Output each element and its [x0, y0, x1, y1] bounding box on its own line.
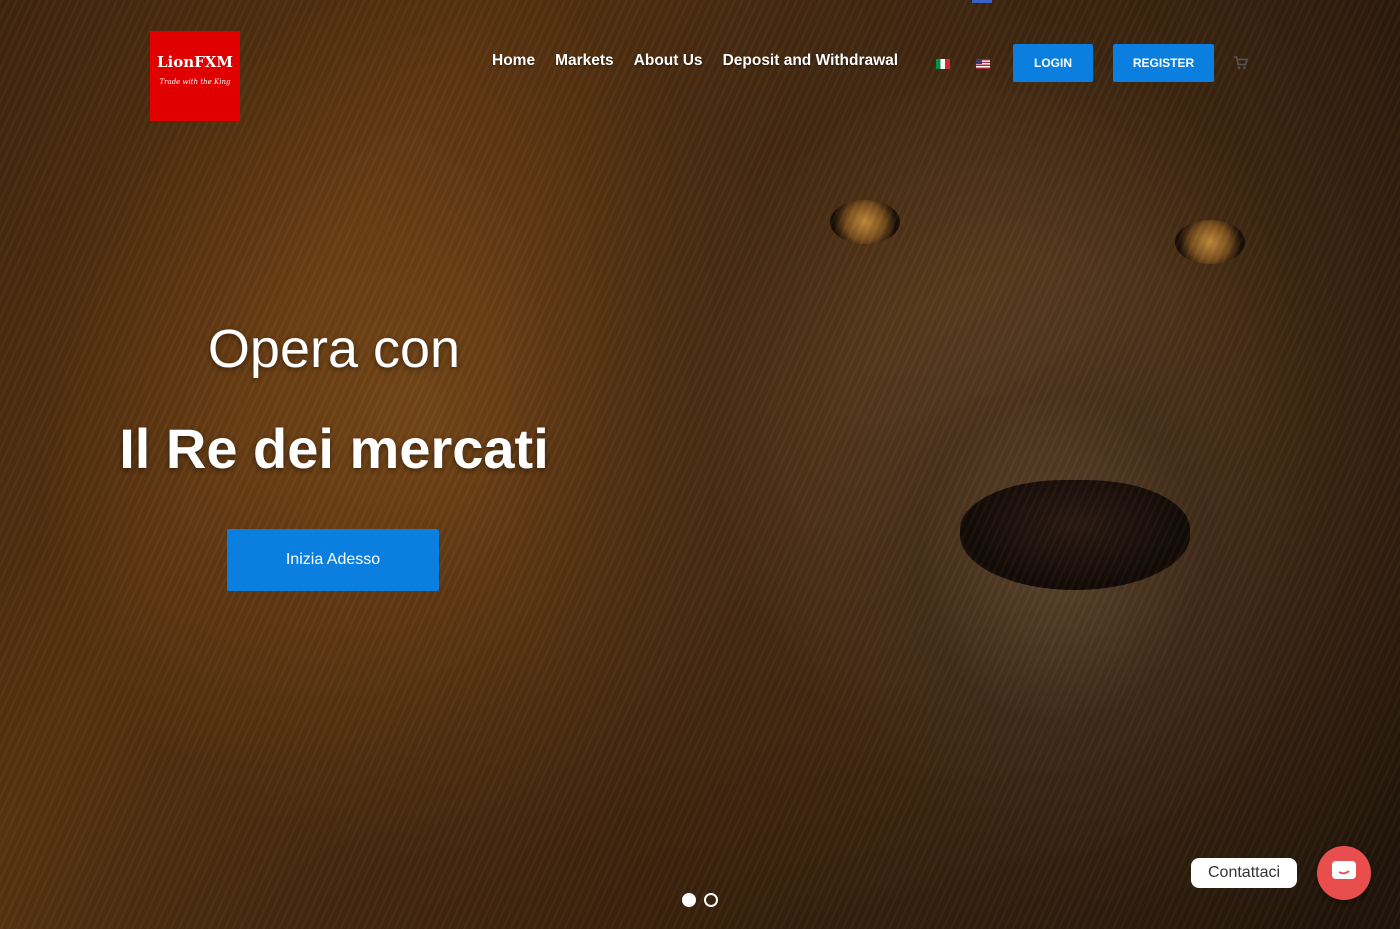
hero-subtitle: Opera con: [207, 319, 461, 379]
nav-item-home[interactable]: Home: [492, 52, 535, 70]
nav-item-markets[interactable]: Markets: [555, 52, 614, 70]
page: LionFXM Trade with the King Home Markets…: [0, 0, 1400, 929]
lion-eye-right: [1175, 220, 1245, 264]
lion-eye-left: [830, 200, 900, 244]
hero-title: Il Re dei mercati: [119, 417, 549, 480]
login-button[interactable]: LOGIN: [1013, 44, 1093, 82]
top-indicator: [972, 0, 992, 3]
register-button[interactable]: REGISTER: [1113, 44, 1214, 82]
contact-label[interactable]: Contattaci: [1191, 858, 1298, 888]
site-logo[interactable]: LionFXM Trade with the King: [150, 31, 240, 121]
nav-item-about-us[interactable]: About Us: [634, 52, 703, 70]
start-now-button[interactable]: Inizia Adesso: [227, 529, 439, 591]
logo-name: LionFXM: [156, 53, 234, 71]
contact-button[interactable]: [1317, 846, 1371, 900]
main-nav: Home Markets About Us Deposit and Withdr…: [492, 52, 918, 70]
cart-icon[interactable]: [1234, 55, 1249, 70]
nav-item-deposit-withdrawal[interactable]: Deposit and Withdrawal: [723, 52, 899, 70]
italy-flag-icon[interactable]: [936, 59, 950, 69]
chat-icon: [1331, 860, 1357, 886]
slider-dot-1[interactable]: [682, 893, 696, 907]
us-flag-icon[interactable]: [976, 59, 990, 69]
logo-tagline: Trade with the King: [159, 78, 231, 86]
lion-nose: [960, 480, 1190, 590]
slider-dot-2[interactable]: [704, 893, 718, 907]
